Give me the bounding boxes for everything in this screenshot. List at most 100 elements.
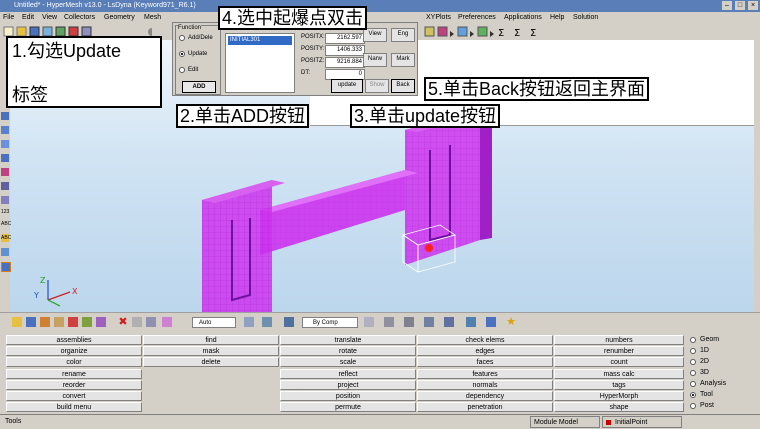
mark-button[interactable]: Mark — [391, 53, 415, 67]
page-radio-post-indicator[interactable] — [690, 402, 696, 409]
show-button[interactable]: Show — [365, 79, 389, 93]
dependency-button[interactable]: dependency — [417, 391, 553, 401]
component-icon[interactable] — [12, 317, 22, 327]
edges-button[interactable]: edges — [417, 346, 553, 356]
shaded-icon[interactable] — [1, 262, 11, 272]
renumber-button[interactable]: renumber — [554, 346, 684, 356]
view-front-icon[interactable] — [1, 154, 9, 162]
page-radio-2d-indicator[interactable] — [690, 358, 696, 365]
page-radio-1d-indicator[interactable] — [690, 347, 696, 354]
material-icon[interactable] — [40, 317, 50, 327]
numbers-button[interactable]: numbers — [554, 335, 684, 345]
page-radio-tool[interactable]: Tool — [690, 391, 713, 398]
menu-xyplots[interactable]: XYPlots — [426, 13, 451, 23]
page-radio-1d[interactable]: 1D — [690, 347, 709, 354]
reflect-button[interactable]: reflect — [280, 369, 416, 379]
menu-edit[interactable]: Edit — [22, 13, 34, 23]
shading-icon[interactable] — [262, 317, 272, 327]
by-comp-dropdown[interactable]: By Comp — [302, 317, 358, 328]
toolbar-icons-right[interactable]: Σ Σ Σ — [424, 26, 554, 38]
page-radio-tool-indicator[interactable] — [690, 391, 696, 398]
view-top-icon[interactable] — [1, 126, 9, 134]
page-radio-3d[interactable]: 3D — [690, 369, 709, 376]
features-button[interactable]: features — [417, 369, 553, 379]
mesh-display-icon[interactable] — [284, 317, 294, 327]
labels-toggle-icon[interactable]: ABC — [1, 220, 11, 228]
build-menu-button[interactable]: build menu — [6, 402, 142, 412]
view-mode-icon[interactable] — [486, 317, 496, 327]
find-icon[interactable] — [162, 317, 172, 327]
maximize-icon[interactable]: □ — [735, 1, 745, 10]
labels-active-icon[interactable]: ABC — [1, 234, 11, 242]
edges-icon[interactable] — [404, 317, 414, 327]
numbers-toggle-icon[interactable]: 123 — [1, 208, 9, 216]
auto-dropdown[interactable]: Auto — [192, 317, 236, 328]
add-button[interactable]: ADD — [182, 81, 216, 93]
radio-edit-indicator[interactable] — [179, 67, 185, 73]
set-icon[interactable] — [96, 317, 106, 327]
page-radio-3d-indicator[interactable] — [690, 369, 696, 376]
menu-help[interactable]: Help — [550, 13, 564, 23]
property-icon[interactable] — [54, 317, 64, 327]
assemblies-button[interactable]: assemblies — [6, 335, 142, 345]
rename-button[interactable]: rename — [6, 369, 142, 379]
mass-calc-button[interactable]: mass calc — [554, 369, 684, 379]
list-item[interactable]: INITIAL301 — [228, 36, 292, 45]
zoom-icon[interactable] — [1, 182, 9, 190]
delete-icon[interactable]: ✖ — [118, 317, 128, 328]
transparency-icon[interactable] — [466, 317, 476, 327]
check-elems-button[interactable]: check elems — [417, 335, 553, 345]
menu-collectors[interactable]: Collectors — [64, 13, 95, 23]
mask-button[interactable]: mask — [143, 346, 279, 356]
menu-solution[interactable]: Solution — [573, 13, 598, 23]
radio-update-indicator[interactable] — [179, 51, 185, 57]
organize-button[interactable]: organize — [6, 346, 142, 356]
translate-button[interactable]: translate — [280, 335, 416, 345]
shape-button[interactable]: shape — [554, 402, 684, 412]
permute-button[interactable]: permute — [280, 402, 416, 412]
visualization-icon[interactable] — [244, 317, 254, 327]
find-button[interactable]: find — [143, 335, 279, 345]
back-button[interactable]: Back — [391, 79, 415, 93]
posit-x-value[interactable]: 2162.597 — [325, 33, 365, 44]
elements-icon[interactable] — [384, 317, 394, 327]
view-iso-icon[interactable] — [1, 112, 9, 120]
close-icon[interactable]: × — [748, 1, 758, 10]
eng-button[interactable]: Eng — [391, 28, 415, 42]
radio-update[interactable]: Update — [179, 51, 207, 57]
menu-preferences[interactable]: Preferences — [458, 13, 496, 23]
page-radio-analysis-indicator[interactable] — [690, 380, 696, 387]
menu-view[interactable]: View — [42, 13, 57, 23]
posit-z-value[interactable]: 9216.884 — [325, 57, 365, 68]
view-button[interactable]: View — [363, 28, 387, 42]
page-radio-geom[interactable]: Geom — [690, 336, 719, 343]
menu-geometry[interactable]: Geometry — [104, 13, 135, 23]
radio-add-delete[interactable]: Add/Dele — [179, 35, 213, 41]
rotate-button[interactable]: rotate — [280, 346, 416, 356]
point-list[interactable]: INITIAL301 — [225, 33, 295, 93]
page-radio-analysis[interactable]: Analysis — [690, 380, 726, 387]
faces-button[interactable]: faces — [417, 357, 553, 367]
menu-file[interactable]: File — [3, 13, 14, 23]
normals-button[interactable]: normals — [417, 380, 553, 390]
system-icon[interactable] — [82, 317, 92, 327]
normals-icon[interactable] — [444, 317, 454, 327]
convert-button[interactable]: convert — [6, 391, 142, 401]
star-icon[interactable]: ★ — [506, 317, 516, 328]
penetration-button[interactable]: penetration — [417, 402, 553, 412]
update-button[interactable]: update — [331, 79, 363, 93]
scale-button[interactable]: scale — [280, 357, 416, 367]
view-side-icon[interactable] — [1, 140, 9, 148]
assembly-icon[interactable] — [26, 317, 36, 327]
tags-button[interactable]: tags — [554, 380, 684, 390]
unmask-icon[interactable] — [146, 317, 156, 327]
fit-icon[interactable] — [1, 196, 9, 204]
page-radio-2d[interactable]: 2D — [690, 358, 709, 365]
radio-edit[interactable]: Edit — [179, 67, 198, 73]
mask-icon[interactable] — [132, 317, 142, 327]
narw-button[interactable]: Narw — [363, 53, 387, 67]
hypermorph-button[interactable]: HyperMorph — [554, 391, 684, 401]
page-radio-post[interactable]: Post — [690, 402, 714, 409]
position-button[interactable]: position — [280, 391, 416, 401]
rotate-icon[interactable] — [1, 168, 9, 176]
